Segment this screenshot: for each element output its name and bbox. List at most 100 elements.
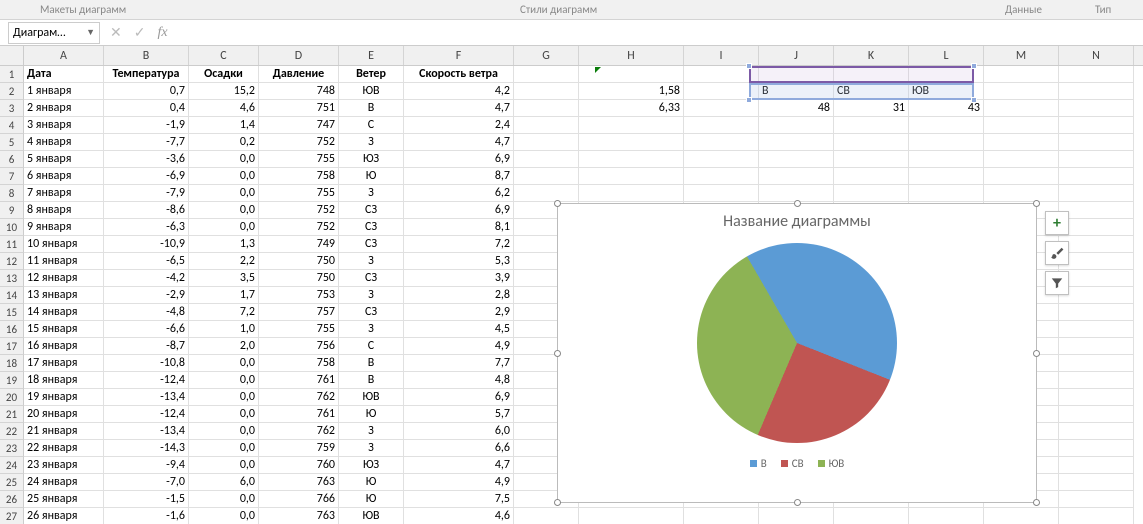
cell-D24[interactable]: 760 <box>259 457 339 474</box>
range-handle[interactable] <box>746 97 752 103</box>
legend-item[interactable]: СВ <box>781 457 804 470</box>
cell-D19[interactable]: 761 <box>259 372 339 389</box>
cell-B4[interactable]: -1,9 <box>104 117 189 134</box>
cell-F25[interactable]: 4,9 <box>404 474 514 491</box>
cell-E18[interactable]: В <box>339 355 404 372</box>
cell-B14[interactable]: -2,9 <box>104 287 189 304</box>
cell-K5[interactable] <box>834 134 909 151</box>
cell-F24[interactable]: 4,7 <box>404 457 514 474</box>
row-header[interactable]: 22 <box>0 423 24 440</box>
cell-N27[interactable] <box>1059 508 1134 524</box>
range-handle[interactable] <box>971 63 977 69</box>
cell-L8[interactable] <box>909 185 984 202</box>
cell-E26[interactable]: Ю <box>339 491 404 508</box>
cell-F27[interactable]: 4,6 <box>404 508 514 524</box>
cell-N23[interactable] <box>1059 440 1134 457</box>
column-header-K[interactable]: K <box>834 46 909 65</box>
cell-B21[interactable]: -12,4 <box>104 406 189 423</box>
cell-B2[interactable]: 0,7 <box>104 83 189 100</box>
cell-A19[interactable]: 18 января <box>24 372 104 389</box>
chart-filters-button[interactable] <box>1045 271 1069 295</box>
cell-B7[interactable]: -6,9 <box>104 168 189 185</box>
cell-D14[interactable]: 753 <box>259 287 339 304</box>
cell-C26[interactable]: 0,0 <box>189 491 259 508</box>
column-header-F[interactable]: F <box>404 46 514 65</box>
row-header[interactable]: 2 <box>0 83 24 100</box>
chart-resize-handle[interactable] <box>1033 499 1040 506</box>
cell-A21[interactable]: 20 января <box>24 406 104 423</box>
cell-B23[interactable]: -14,3 <box>104 440 189 457</box>
cell-F1[interactable]: Скорость ветра <box>404 66 514 83</box>
cell-H6[interactable] <box>579 151 684 168</box>
row-header[interactable]: 11 <box>0 236 24 253</box>
cell-N4[interactable] <box>1059 117 1134 134</box>
cell-D21[interactable]: 761 <box>259 406 339 423</box>
cell-B15[interactable]: -4,8 <box>104 304 189 321</box>
cell-E4[interactable]: С <box>339 117 404 134</box>
cell-F2[interactable]: 4,2 <box>404 83 514 100</box>
cell-F14[interactable]: 2,8 <box>404 287 514 304</box>
formula-input[interactable] <box>176 22 1143 44</box>
cell-F13[interactable]: 3,9 <box>404 270 514 287</box>
chart-styles-button[interactable] <box>1045 241 1069 265</box>
cell-N8[interactable] <box>1059 185 1134 202</box>
cell-L27[interactable] <box>909 508 984 524</box>
cell-E25[interactable]: Ю <box>339 474 404 491</box>
cell-I8[interactable] <box>684 185 759 202</box>
cell-J1[interactable] <box>759 66 834 83</box>
cell-G6[interactable] <box>514 151 579 168</box>
select-all-corner[interactable] <box>0 46 24 65</box>
column-header-D[interactable]: D <box>259 46 339 65</box>
cell-K27[interactable] <box>834 508 909 524</box>
chart-resize-handle[interactable] <box>554 499 561 506</box>
cell-F5[interactable]: 4,7 <box>404 134 514 151</box>
cell-N17[interactable] <box>1059 338 1134 355</box>
cell-E5[interactable]: З <box>339 134 404 151</box>
cell-G2[interactable] <box>514 83 579 100</box>
cell-F20[interactable]: 6,9 <box>404 389 514 406</box>
cell-E20[interactable]: ЮВ <box>339 389 404 406</box>
cell-F16[interactable]: 4,5 <box>404 321 514 338</box>
row-header[interactable]: 18 <box>0 355 24 372</box>
cell-J2[interactable]: В <box>759 83 834 100</box>
cell-I4[interactable] <box>684 117 759 134</box>
cell-N2[interactable] <box>1059 83 1134 100</box>
cell-N10[interactable] <box>1059 219 1134 236</box>
cell-N14[interactable] <box>1059 287 1134 304</box>
row-header[interactable]: 10 <box>0 219 24 236</box>
row-header[interactable]: 23 <box>0 440 24 457</box>
cell-C14[interactable]: 1,7 <box>189 287 259 304</box>
cell-C25[interactable]: 6,0 <box>189 474 259 491</box>
cell-C4[interactable]: 1,4 <box>189 117 259 134</box>
row-header[interactable]: 12 <box>0 253 24 270</box>
cell-E16[interactable]: З <box>339 321 404 338</box>
cell-B20[interactable]: -13,4 <box>104 389 189 406</box>
cell-J4[interactable] <box>759 117 834 134</box>
cell-M2[interactable] <box>984 83 1059 100</box>
cell-D26[interactable]: 766 <box>259 491 339 508</box>
cell-D2[interactable]: 748 <box>259 83 339 100</box>
cancel-icon[interactable]: ✕ <box>110 24 122 41</box>
cell-C21[interactable]: 0,0 <box>189 406 259 423</box>
cell-H2[interactable]: 1,58 <box>579 83 684 100</box>
cell-C19[interactable]: 0,0 <box>189 372 259 389</box>
cell-A18[interactable]: 17 января <box>24 355 104 372</box>
row-header[interactable]: 4 <box>0 117 24 134</box>
cell-G27[interactable] <box>514 508 579 524</box>
cell-K4[interactable] <box>834 117 909 134</box>
cell-A9[interactable]: 8 января <box>24 202 104 219</box>
cell-D12[interactable]: 750 <box>259 253 339 270</box>
cell-F22[interactable]: 6,0 <box>404 423 514 440</box>
cell-N6[interactable] <box>1059 151 1134 168</box>
spreadsheet-grid[interactable]: ABCDEFGHIJKLMN 1ДатаТемператураОсадкиДав… <box>0 46 1143 524</box>
cell-M27[interactable] <box>984 508 1059 524</box>
cell-B13[interactable]: -4,2 <box>104 270 189 287</box>
row-header[interactable]: 6 <box>0 151 24 168</box>
cell-A27[interactable]: 26 января <box>24 508 104 524</box>
accept-icon[interactable]: ✓ <box>134 24 146 41</box>
cell-B18[interactable]: -10,8 <box>104 355 189 372</box>
cell-J7[interactable] <box>759 168 834 185</box>
cell-G4[interactable] <box>514 117 579 134</box>
cell-B26[interactable]: -1,5 <box>104 491 189 508</box>
cell-C15[interactable]: 7,2 <box>189 304 259 321</box>
